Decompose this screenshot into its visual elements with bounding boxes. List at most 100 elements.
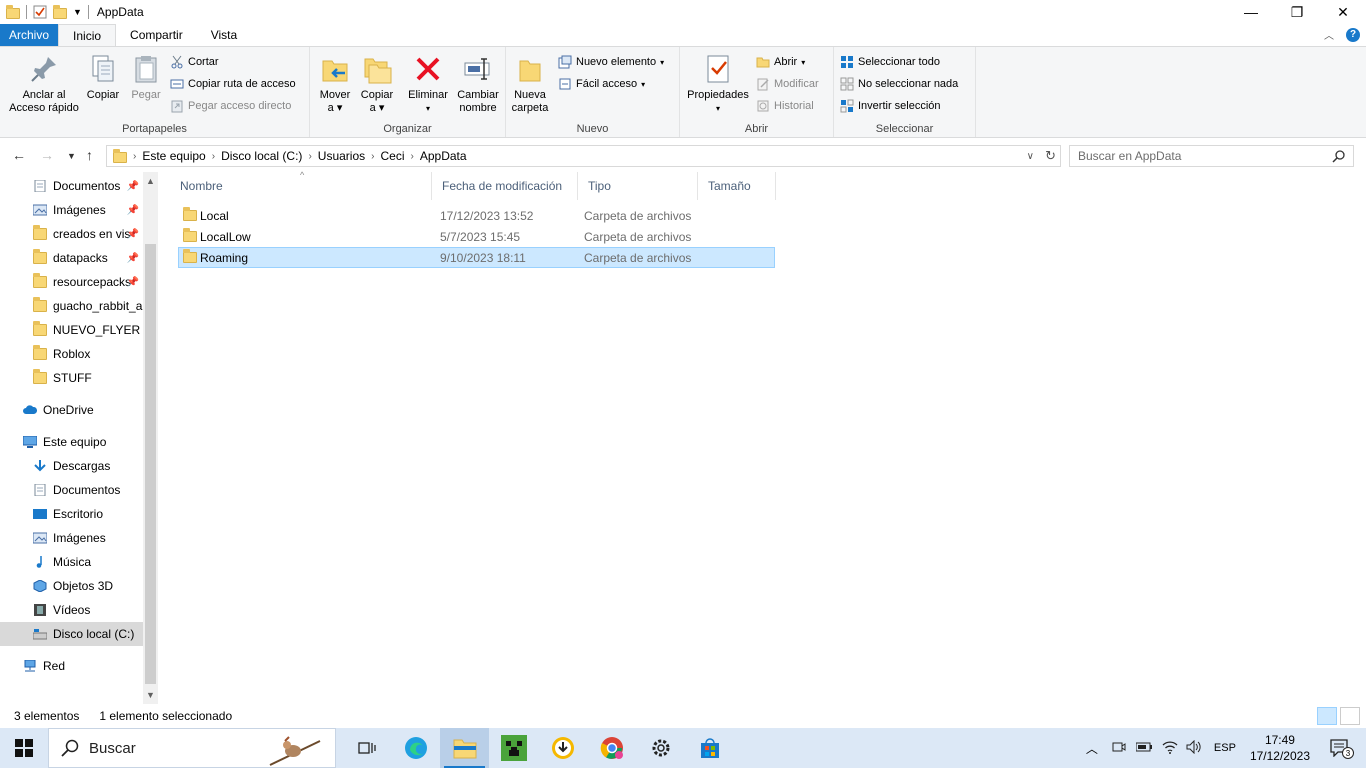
breadcrumb-ceci[interactable]: Ceci (380, 149, 404, 163)
tab-compartir[interactable]: Compartir (116, 24, 197, 46)
customize-toolbar-chevron-icon[interactable]: ▼ (73, 7, 82, 17)
invert-selection-button[interactable]: Invertir selección (840, 97, 941, 115)
breadcrumb-disco-local[interactable]: Disco local (C:) (221, 149, 302, 163)
nav-item-videos[interactable]: Vídeos (0, 598, 143, 622)
move-to-button[interactable]: Mover a ▾ (316, 53, 354, 115)
properties-check-icon[interactable] (33, 5, 47, 19)
minecraft-icon[interactable] (489, 728, 538, 768)
tab-vista[interactable]: Vista (197, 24, 251, 46)
nav-item-red[interactable]: Red (0, 654, 143, 678)
nav-item-documentos-quick[interactable]: Documentos 📌 (0, 174, 143, 198)
nav-item-imagenes[interactable]: Imágenes (0, 526, 143, 550)
new-folder-icon[interactable] (53, 5, 67, 19)
column-header-fecha[interactable]: Fecha de modificación (432, 172, 578, 200)
nav-item-musica[interactable]: Música (0, 550, 143, 574)
copy-path-button[interactable]: Copiar ruta de acceso (170, 75, 296, 93)
refresh-icon[interactable]: ↻ (1045, 148, 1056, 164)
nav-item-onedrive[interactable]: OneDrive (0, 398, 143, 422)
scroll-up-icon[interactable]: ▲ (146, 176, 155, 186)
column-header-tamano[interactable]: Tamaño (698, 172, 776, 200)
nav-item-objetos-3d[interactable]: Objetos 3D (0, 574, 143, 598)
help-icon[interactable]: ? (1346, 27, 1360, 42)
file-row-locallow[interactable]: LocalLow 5/7/2023 15:45 Carpeta de archi… (178, 226, 775, 247)
history-button[interactable]: Historial (756, 97, 814, 115)
cut-button[interactable]: Cortar (170, 53, 219, 71)
nav-item-documentos[interactable]: Documentos (0, 478, 143, 502)
nav-item-imagenes-quick[interactable]: Imágenes 📌 (0, 198, 143, 222)
show-hidden-icons-chevron-icon[interactable]: ︿ (1086, 740, 1098, 757)
pin-quick-access-button[interactable]: Anclar al Acceso rápido (6, 53, 82, 115)
properties-button[interactable]: Propiedades ▾ (684, 53, 752, 115)
file-row-roaming[interactable]: Roaming 9/10/2023 18:11 Carpeta de archi… (178, 247, 775, 268)
edit-button[interactable]: Modificar (756, 75, 819, 93)
nav-item-descargas[interactable]: Descargas (0, 454, 143, 478)
nav-item-este-equipo[interactable]: Este equipo (0, 430, 143, 454)
copy-to-button[interactable]: Copiar a ▾ (358, 53, 396, 115)
volume-icon[interactable] (1186, 739, 1202, 757)
close-button[interactable]: ✕ (1320, 0, 1366, 24)
edge-browser-icon[interactable] (391, 728, 440, 768)
input-language-indicator[interactable]: ESP (1214, 742, 1236, 754)
address-history-chevron-icon[interactable]: ∨ (1027, 151, 1034, 162)
column-header-nombre[interactable]: Nombre (170, 172, 432, 200)
breadcrumb-appdata[interactable]: AppData (420, 149, 467, 163)
copy-button[interactable]: Copiar (84, 53, 122, 102)
scroll-down-icon[interactable]: ▼ (146, 690, 155, 700)
notification-center-icon[interactable]: 3 (1330, 739, 1354, 759)
nav-item-disco-local[interactable]: Disco local (C:) (0, 622, 143, 646)
task-view-icon[interactable] (342, 728, 391, 768)
group-label: Portapapeles (122, 123, 187, 135)
forward-arrow-icon[interactable]: → (40, 147, 54, 163)
meet-now-icon[interactable] (1112, 740, 1126, 757)
new-item-button[interactable]: Nuevo elemento ▾ (558, 53, 664, 71)
details-view-icon[interactable] (1317, 707, 1337, 725)
new-folder-button[interactable]: Nueva carpeta (510, 53, 550, 115)
file-row-local[interactable]: Local 17/12/2023 13:52 Carpeta de archiv… (178, 205, 775, 226)
search-input[interactable]: Buscar en AppData (1069, 145, 1354, 167)
scrollbar-thumb[interactable] (145, 244, 156, 684)
file-explorer-icon[interactable] (440, 728, 489, 768)
tab-inicio[interactable]: Inicio (58, 24, 117, 46)
folder-icon (33, 225, 47, 240)
group-label: Abrir (744, 123, 769, 135)
up-arrow-icon[interactable]: ↑ (86, 147, 93, 163)
tab-archivo[interactable]: Archivo (0, 24, 59, 46)
delete-button[interactable]: Eliminar ▾ (404, 53, 452, 115)
back-arrow-icon[interactable]: ← (12, 147, 26, 163)
wifi-icon[interactable] (1162, 740, 1178, 757)
easy-access-button[interactable]: Fácil acceso ▾ (558, 75, 645, 93)
large-icons-view-icon[interactable] (1340, 707, 1360, 725)
chrome-icon[interactable] (587, 728, 636, 768)
open-button[interactable]: Abrir ▾ (756, 53, 805, 71)
breadcrumb-usuarios[interactable]: Usuarios (318, 149, 365, 163)
recent-locations-chevron-icon[interactable]: ▼ (67, 151, 76, 161)
maximize-button[interactable]: ❐ (1274, 0, 1320, 24)
rename-button[interactable]: Cambiar nombre (454, 53, 502, 115)
download-manager-icon[interactable] (538, 728, 587, 768)
settings-gear-icon[interactable] (636, 728, 685, 768)
nav-item-stuff[interactable]: STUFF (0, 366, 143, 390)
nav-scrollbar[interactable]: ▲ ▼ (143, 172, 158, 704)
breadcrumb-este-equipo[interactable]: Este equipo (142, 149, 205, 163)
minimize-button[interactable]: — (1228, 0, 1274, 24)
start-button[interactable] (0, 728, 48, 768)
nav-item-creados[interactable]: creados en vis 📌 (0, 222, 143, 246)
clock[interactable]: 17:49 17/12/2023 (1250, 732, 1310, 764)
battery-icon[interactable] (1135, 741, 1152, 756)
nav-item-escritorio[interactable]: Escritorio (0, 502, 143, 526)
column-header-tipo[interactable]: Tipo (578, 172, 698, 200)
taskbar-search-input[interactable]: Buscar (48, 728, 336, 768)
nav-item-nuevo-flyer[interactable]: NUEVO_FLYER (0, 318, 143, 342)
title-bar: ▼ AppData — ❐ ✕ (0, 0, 1366, 24)
paste-shortcut-button[interactable]: Pegar acceso directo (170, 97, 291, 115)
select-all-button[interactable]: Seleccionar todo (840, 53, 940, 71)
address-bar[interactable]: › Este equipo › Disco local (C:) › Usuar… (106, 145, 1061, 167)
nav-item-roblox[interactable]: Roblox (0, 342, 143, 366)
nav-item-guacho[interactable]: guacho_rabbit_a (0, 294, 143, 318)
nav-item-resourcepacks[interactable]: resourcepacks 📌 (0, 270, 143, 294)
select-none-button[interactable]: No seleccionar nada (840, 75, 958, 93)
microsoft-store-icon[interactable] (685, 728, 734, 768)
collapse-ribbon-icon[interactable]: ︿ (1324, 27, 1334, 42)
paste-button[interactable]: Pegar (126, 53, 166, 102)
nav-item-datapacks[interactable]: datapacks 📌 (0, 246, 143, 270)
